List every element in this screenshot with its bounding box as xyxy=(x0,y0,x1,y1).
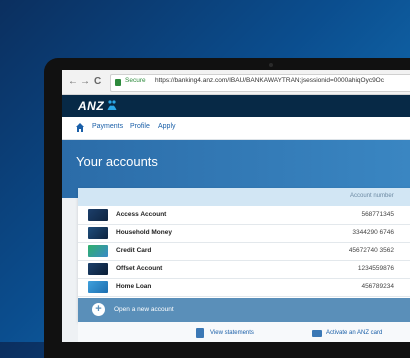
access-card-icon xyxy=(88,209,108,221)
household-card-icon xyxy=(88,227,108,239)
account-number: 1234559876 xyxy=(357,265,394,272)
address-bar[interactable]: Secure https://banking4.anz.com/IBAU/BAN… xyxy=(110,74,410,92)
account-name[interactable]: Household Money xyxy=(116,229,172,236)
credit-card-icon xyxy=(88,245,108,257)
account-number-header: Account number xyxy=(350,193,394,199)
nav-apply[interactable]: Apply xyxy=(158,123,176,130)
anz-people-icon xyxy=(107,100,117,110)
back-icon[interactable]: ← xyxy=(68,75,78,89)
nav-profile[interactable]: Profile xyxy=(130,123,150,130)
reload-icon[interactable]: C xyxy=(94,75,101,89)
account-name[interactable]: Offset Account xyxy=(116,265,162,272)
account-row[interactable]: Access Account 568771345 xyxy=(78,206,410,225)
document-icon xyxy=(196,328,204,338)
home-loan-icon xyxy=(88,281,108,293)
anz-logo[interactable]: ANZ xyxy=(78,99,104,113)
account-name[interactable]: Home Loan xyxy=(116,283,151,290)
url-text[interactable]: https://banking4.anz.com/IBAU/BANKAWAYTR… xyxy=(155,77,384,84)
account-name[interactable]: Access Account xyxy=(116,211,166,218)
webcam xyxy=(269,63,273,67)
account-name[interactable]: Credit Card xyxy=(116,247,151,254)
open-new-account-button[interactable]: + Open a new account xyxy=(78,298,410,322)
account-number: 568771345 xyxy=(361,211,394,218)
accounts-panel: Account number Access Account 568771345 … xyxy=(78,188,410,322)
account-row[interactable]: Credit Card 45672740 3562 xyxy=(78,242,410,261)
browser-screen: ← → C Secure https://banking4.anz.com/IB… xyxy=(62,70,410,342)
home-icon[interactable] xyxy=(76,123,84,132)
forward-icon[interactable]: → xyxy=(80,75,90,89)
lock-icon xyxy=(115,79,121,86)
activate-card-label: Activate an ANZ card xyxy=(326,330,383,336)
page-title: Your accounts xyxy=(76,154,158,169)
account-row[interactable]: Home Loan 456789234 xyxy=(78,278,410,297)
view-statements-label: View statements xyxy=(210,330,254,336)
secure-label: Secure xyxy=(125,77,146,84)
offset-card-icon xyxy=(88,263,108,275)
card-icon xyxy=(312,330,322,337)
account-number: 456789234 xyxy=(361,283,394,290)
nav-payments[interactable]: Payments xyxy=(92,123,123,130)
plus-icon: + xyxy=(92,303,105,316)
accounts-table-header: Account number xyxy=(78,188,410,206)
account-row[interactable]: Household Money 3344290 6746 xyxy=(78,224,410,243)
account-number: 45672740 3562 xyxy=(348,247,394,254)
open-account-label: Open a new account xyxy=(114,306,174,313)
account-number: 3344290 6746 xyxy=(352,229,394,236)
sub-navigation: Payments Profile Apply xyxy=(62,117,410,140)
bank-header: ANZ xyxy=(62,95,410,117)
browser-toolbar: ← → C Secure https://banking4.anz.com/IB… xyxy=(62,70,410,95)
account-row[interactable]: Offset Account 1234559876 xyxy=(78,260,410,279)
quick-actions: View statements Activate an ANZ card xyxy=(78,322,410,342)
